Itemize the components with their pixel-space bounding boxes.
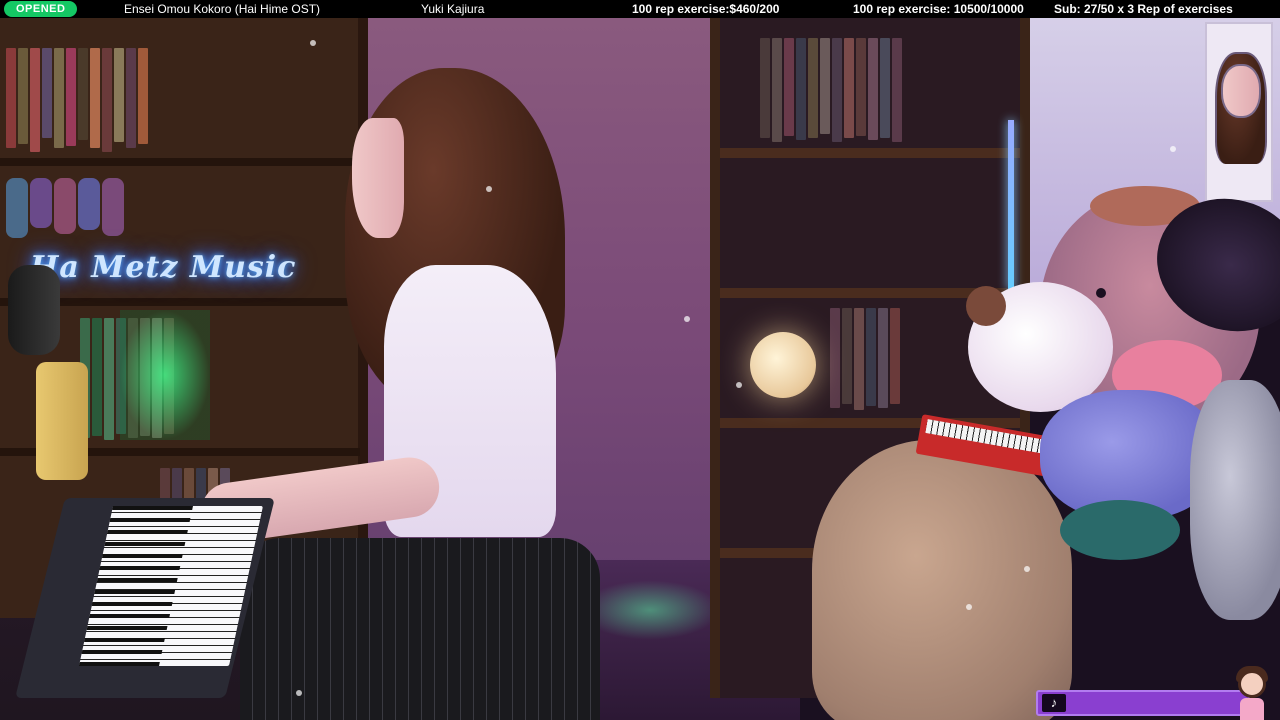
water-bottle [36, 362, 88, 480]
microphone [8, 265, 60, 355]
book-row [6, 48, 148, 158]
performer-pants [240, 538, 600, 720]
snow-particle [684, 316, 690, 322]
book-row [830, 308, 900, 418]
floor-light-glow [580, 580, 720, 640]
green-light-decoration [120, 310, 210, 440]
shelf-board [0, 158, 360, 166]
bear-eye [1096, 288, 1106, 298]
donation-goal: 100 rep exercise:$460/200 [632, 2, 780, 16]
avatar [1232, 666, 1272, 720]
large-brown-bear [812, 440, 1072, 720]
white-bear-nose [966, 286, 1006, 326]
portrait-drawing [1205, 22, 1273, 202]
snow-particle [486, 186, 492, 192]
snow-particle [966, 604, 972, 610]
performer-face [352, 118, 404, 238]
status-badge: OPENED [4, 1, 78, 17]
digital-piano [0, 488, 275, 720]
snow-particle [1170, 146, 1176, 152]
sub-goal: Sub: 27/50 x 3 Rep of exercises [1054, 2, 1233, 16]
teal-stool [1060, 500, 1180, 560]
snow-particle [310, 40, 316, 46]
snow-particle [1024, 566, 1030, 572]
composer-name: Yuki Kajiura [421, 2, 485, 16]
drawing-face [1221, 64, 1261, 118]
song-title: Ensei Omou Kokoro (Hai Hime OST) [124, 2, 321, 16]
neon-sign: Ha Metz Music [30, 250, 297, 285]
grey-plush [1190, 380, 1280, 620]
shelf-board [720, 148, 1020, 158]
snow-particle [296, 690, 302, 696]
led-strip-light [1008, 120, 1014, 290]
book-row [760, 38, 902, 148]
rep-goal: 100 rep exercise: 10500/10000 [853, 2, 1024, 16]
tiktok-widget[interactable]: ♪ [1036, 690, 1250, 716]
tiktok-icon: ♪ [1042, 694, 1066, 712]
moon-lamp [750, 332, 816, 398]
stream-video-frame: Ha Metz Music [0, 0, 1280, 720]
stream-overlay-bar: OPENED Ensei Omou Kokoro (Hai Hime OST) … [0, 0, 1280, 18]
snow-particle [736, 382, 742, 388]
